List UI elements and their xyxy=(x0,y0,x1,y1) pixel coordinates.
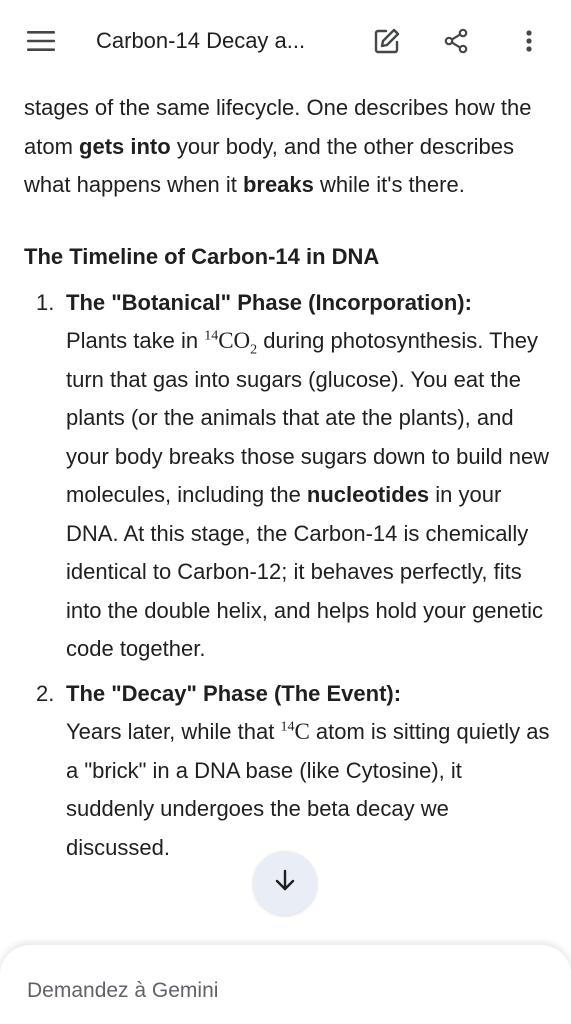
chem-symbol: C xyxy=(294,719,310,744)
input-bar: Demandez à Gemini xyxy=(0,945,571,1024)
list-item: 2. The "Decay" Phase (The Event): Years … xyxy=(24,675,554,868)
section-heading: The Timeline of Carbon-14 in DNA xyxy=(24,243,380,269)
share-icon[interactable] xyxy=(436,21,476,61)
list-item-text: Years later, while that xyxy=(66,719,281,744)
hamburger-menu-icon[interactable] xyxy=(21,21,61,61)
chem-isotope: 14 xyxy=(280,719,295,735)
scroll-down-button[interactable] xyxy=(253,851,317,915)
list-number: 1. xyxy=(36,289,55,315)
intro-bold-breaks: breaks xyxy=(242,172,314,197)
list-item-title: The "Botanical" Phase (Incorporation): xyxy=(66,289,472,315)
edit-icon[interactable] xyxy=(367,21,407,61)
list-item: 1. The "Botanical" Phase (Incorporation)… xyxy=(24,284,554,669)
more-vert-icon[interactable] xyxy=(509,21,549,61)
chem-symbol: CO xyxy=(218,328,251,353)
intro-bold-gets-into: gets into xyxy=(79,133,171,159)
chem-formula: 14CO2 xyxy=(204,328,257,357)
list-item-text: Plants take in xyxy=(66,328,205,353)
page-title[interactable]: Carbon-14 Decay a... xyxy=(96,27,336,55)
top-app-bar: Carbon-14 Decay a... xyxy=(0,0,571,82)
chem-formula: 14C xyxy=(280,719,309,744)
intro-paragraph: stages of the same lifecycle. One descri… xyxy=(24,89,554,205)
list-item-text: during photosynthesis. They turn that ga… xyxy=(66,328,550,507)
timeline-list: 1. The "Botanical" Phase (Incorporation)… xyxy=(24,284,554,868)
chem-isotope: 14 xyxy=(204,328,219,344)
list-item-text: in your DNA. At this stage, the Carbon-1… xyxy=(66,482,544,661)
intro-text: while it's there. xyxy=(313,172,465,197)
list-number: 2. xyxy=(36,680,55,706)
response-content: stages of the same lifecycle. One descri… xyxy=(24,89,554,873)
arrow-down-icon xyxy=(272,868,298,899)
list-item-bold: nucleotides xyxy=(306,482,430,507)
list-item-title: The "Decay" Phase (The Event): xyxy=(66,680,402,706)
prompt-input[interactable]: Demandez à Gemini xyxy=(27,979,218,1003)
